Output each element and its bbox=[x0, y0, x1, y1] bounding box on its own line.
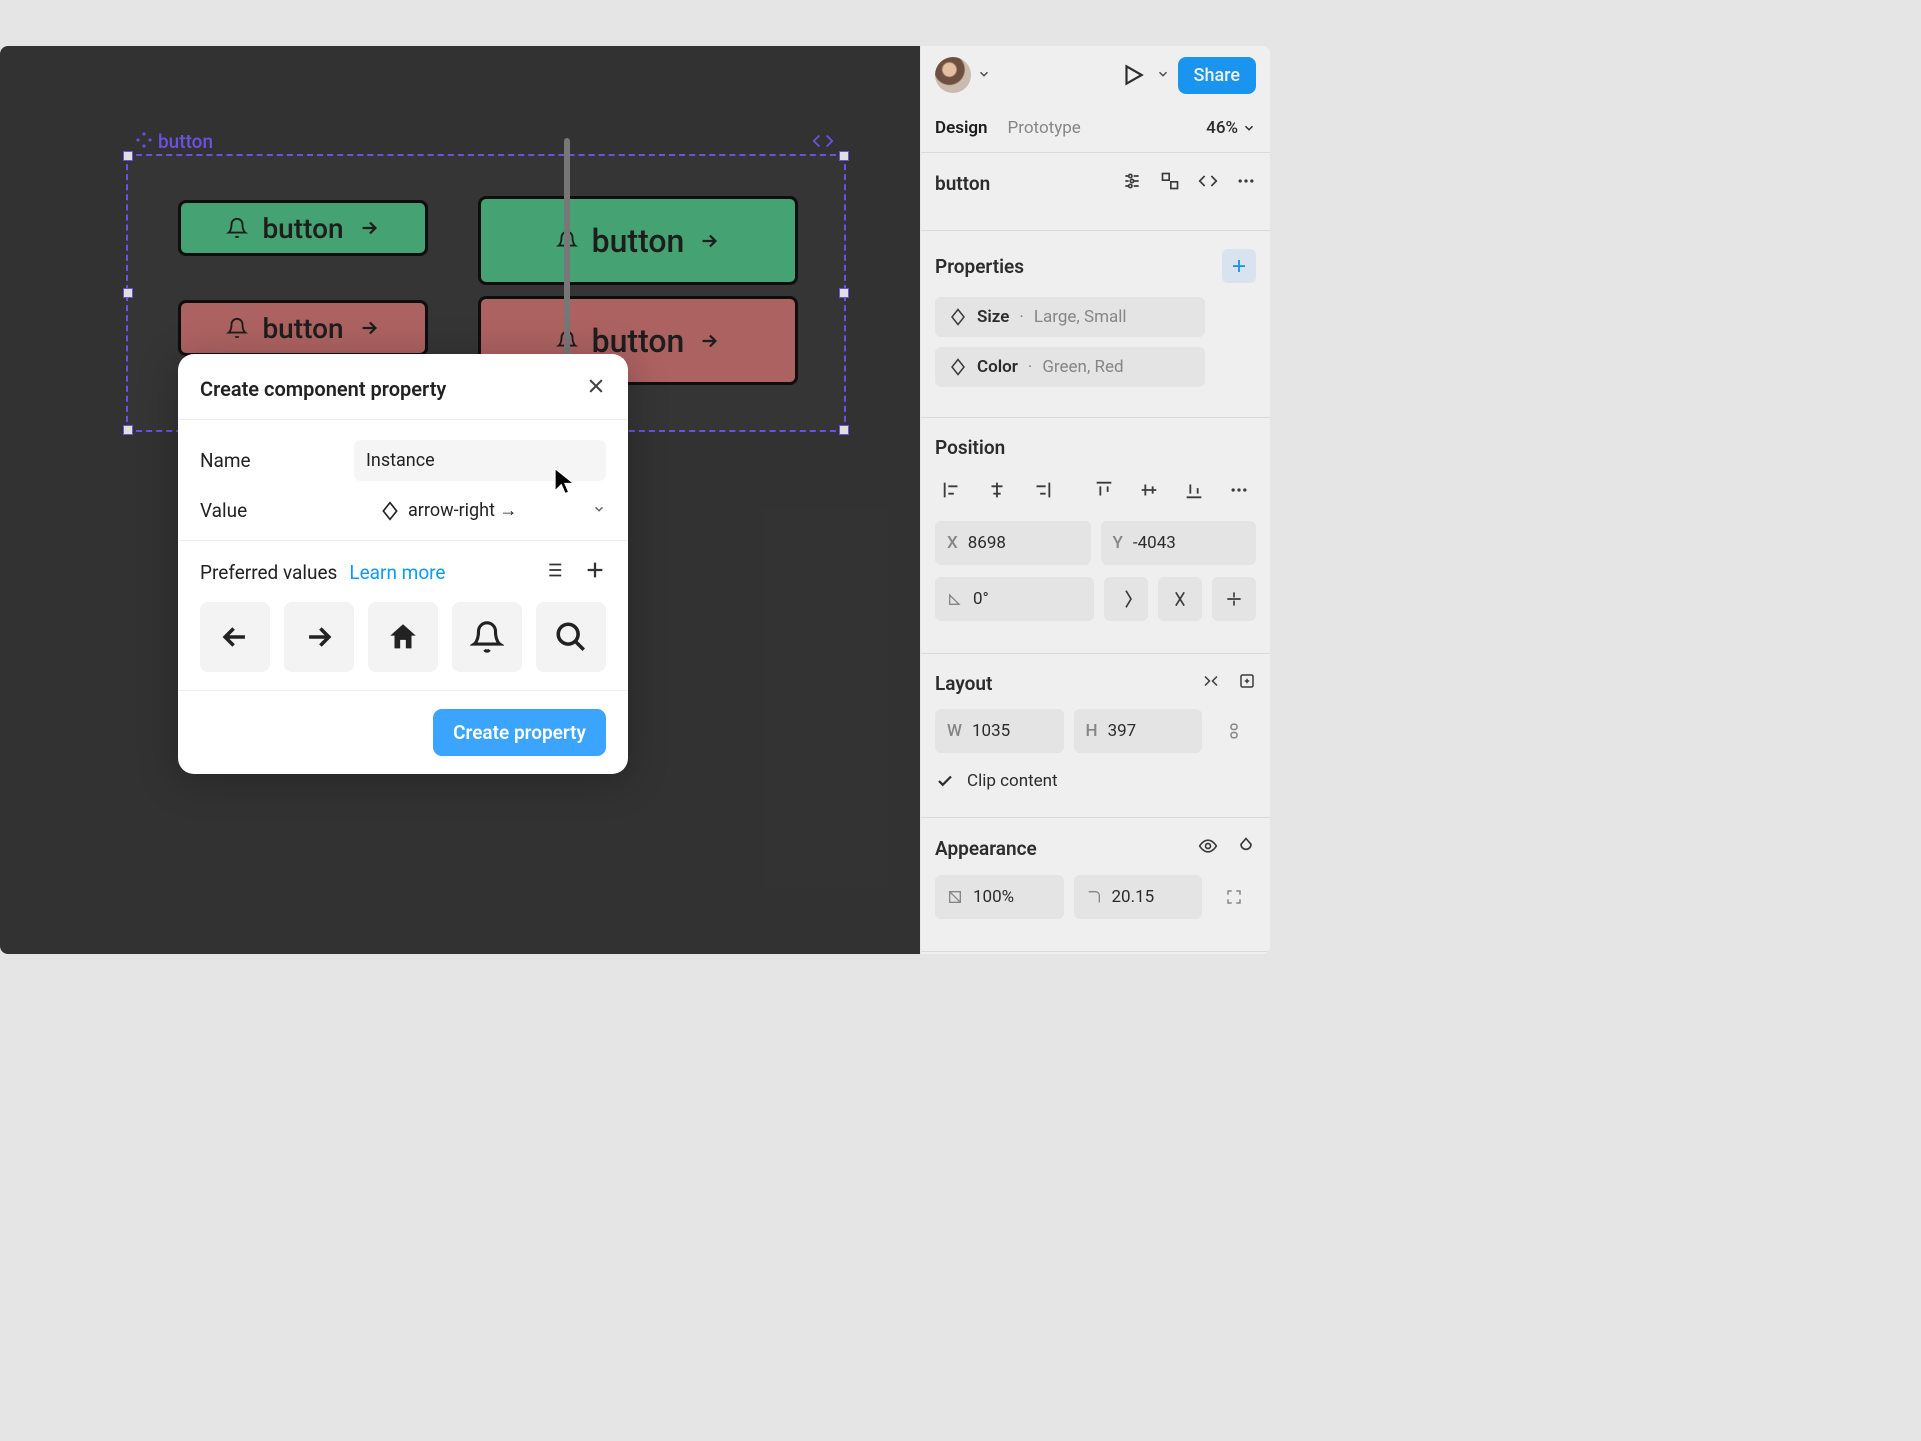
section-appearance-title: Appearance bbox=[935, 837, 1037, 860]
learn-more-link[interactable]: Learn more bbox=[349, 561, 445, 584]
independent-corners-button[interactable] bbox=[1212, 875, 1256, 919]
preferred-arrow-right[interactable] bbox=[284, 602, 354, 672]
y-value: -4043 bbox=[1133, 533, 1176, 553]
radius-value: 20.15 bbox=[1112, 887, 1155, 907]
chevron-down-icon[interactable] bbox=[1156, 66, 1170, 85]
user-avatar[interactable] bbox=[935, 57, 971, 93]
preferred-search[interactable] bbox=[536, 602, 606, 672]
check-icon bbox=[935, 771, 955, 791]
corner-radius-field[interactable]: 20.15 bbox=[1074, 875, 1203, 919]
preferred-arrow-left[interactable] bbox=[200, 602, 270, 672]
opacity-field[interactable]: 100% bbox=[935, 875, 1064, 919]
preferred-bell[interactable] bbox=[452, 602, 522, 672]
flip-horizontal-button[interactable] bbox=[1104, 577, 1148, 621]
chevron-down-icon[interactable] bbox=[977, 66, 991, 85]
tab-prototype[interactable]: Prototype bbox=[1008, 118, 1081, 138]
autolayout-wrap-icon[interactable] bbox=[1202, 672, 1220, 695]
value-selected-text: arrow-right → bbox=[408, 500, 517, 521]
align-top-button[interactable] bbox=[1087, 473, 1122, 507]
variant-icon bbox=[949, 358, 967, 376]
property-value-select[interactable]: arrow-right → bbox=[380, 500, 606, 521]
zoom-control[interactable]: 46% bbox=[1206, 118, 1256, 138]
close-icon bbox=[586, 376, 606, 396]
section-properties-title: Properties bbox=[935, 255, 1024, 278]
y-field[interactable]: Y-4043 bbox=[1101, 521, 1257, 565]
zoom-value: 46% bbox=[1206, 118, 1238, 138]
property-row[interactable]: Color · Green, Red bbox=[935, 347, 1205, 387]
settings-icon[interactable] bbox=[1122, 171, 1142, 196]
property-value: Large, Small bbox=[1034, 307, 1127, 327]
x-field[interactable]: X8698 bbox=[935, 521, 1091, 565]
home-icon bbox=[386, 620, 420, 654]
align-bottom-button[interactable] bbox=[1176, 473, 1211, 507]
rotation-field[interactable]: 0° bbox=[935, 577, 1094, 621]
chevron-down-icon bbox=[592, 500, 606, 521]
create-property-button[interactable]: Create property bbox=[433, 709, 606, 756]
property-value: Green, Red bbox=[1042, 357, 1123, 377]
close-button[interactable] bbox=[586, 376, 606, 401]
layer-name[interactable]: button bbox=[935, 172, 990, 195]
present-button[interactable] bbox=[1116, 58, 1150, 92]
variant-icon bbox=[949, 308, 967, 326]
instance-swap-icon[interactable] bbox=[1160, 171, 1180, 196]
cursor-pointer bbox=[552, 466, 578, 500]
flip-vertical-button[interactable] bbox=[1158, 577, 1202, 621]
align-vcenter-button[interactable] bbox=[1131, 473, 1166, 507]
align-left-button[interactable] bbox=[935, 473, 970, 507]
preferred-values-label: Preferred values bbox=[200, 561, 337, 584]
arrow-left-icon bbox=[218, 620, 252, 654]
chevron-down-icon bbox=[1242, 121, 1256, 135]
create-property-dialog: Create component property Name Value arr… bbox=[178, 354, 628, 774]
tab-design[interactable]: Design bbox=[935, 118, 988, 138]
x-value: 8698 bbox=[968, 533, 1006, 553]
visibility-icon[interactable] bbox=[1198, 836, 1218, 861]
variant-icon bbox=[380, 501, 400, 521]
width-field[interactable]: W1035 bbox=[935, 709, 1064, 753]
clip-label: Clip content bbox=[967, 771, 1058, 791]
align-right-button[interactable] bbox=[1025, 473, 1060, 507]
property-name: Color bbox=[977, 357, 1018, 377]
add-preferred-button[interactable] bbox=[584, 559, 606, 586]
more-alignment-button[interactable] bbox=[1221, 473, 1256, 507]
angle-icon bbox=[947, 591, 963, 607]
width-value: 1035 bbox=[972, 721, 1010, 741]
clip-content-toggle[interactable]: Clip content bbox=[935, 765, 1256, 797]
name-label: Name bbox=[200, 449, 354, 472]
more-icon[interactable] bbox=[1236, 171, 1256, 196]
opacity-icon bbox=[947, 889, 963, 905]
constrain-proportions-button[interactable] bbox=[1212, 709, 1256, 753]
section-position-title: Position bbox=[935, 436, 1005, 459]
more-transform-button[interactable] bbox=[1212, 577, 1256, 621]
align-hcenter-button[interactable] bbox=[980, 473, 1015, 507]
height-value: 397 bbox=[1108, 721, 1137, 741]
arrow-right-icon bbox=[302, 620, 336, 654]
autolayout-add-icon[interactable] bbox=[1238, 672, 1256, 695]
value-label: Value bbox=[200, 499, 380, 522]
blend-mode-icon[interactable] bbox=[1236, 836, 1256, 861]
property-name: Size bbox=[977, 307, 1009, 327]
property-row[interactable]: Size · Large, Small bbox=[935, 297, 1205, 337]
height-field[interactable]: H397 bbox=[1074, 709, 1203, 753]
corner-radius-icon bbox=[1086, 889, 1102, 905]
code-icon[interactable] bbox=[1198, 171, 1218, 196]
share-button[interactable]: Share bbox=[1178, 57, 1256, 94]
preferred-home[interactable] bbox=[368, 602, 438, 672]
search-icon bbox=[554, 620, 588, 654]
section-layout-title: Layout bbox=[935, 672, 992, 695]
bell-icon bbox=[470, 620, 504, 654]
rotation-value: 0° bbox=[973, 589, 989, 609]
inspector-panel: Share Design Prototype 46% button bbox=[920, 46, 1270, 954]
add-property-button[interactable] bbox=[1222, 249, 1256, 283]
dialog-title: Create component property bbox=[200, 377, 446, 401]
list-view-icon[interactable] bbox=[542, 559, 564, 586]
opacity-value: 100% bbox=[973, 887, 1014, 907]
